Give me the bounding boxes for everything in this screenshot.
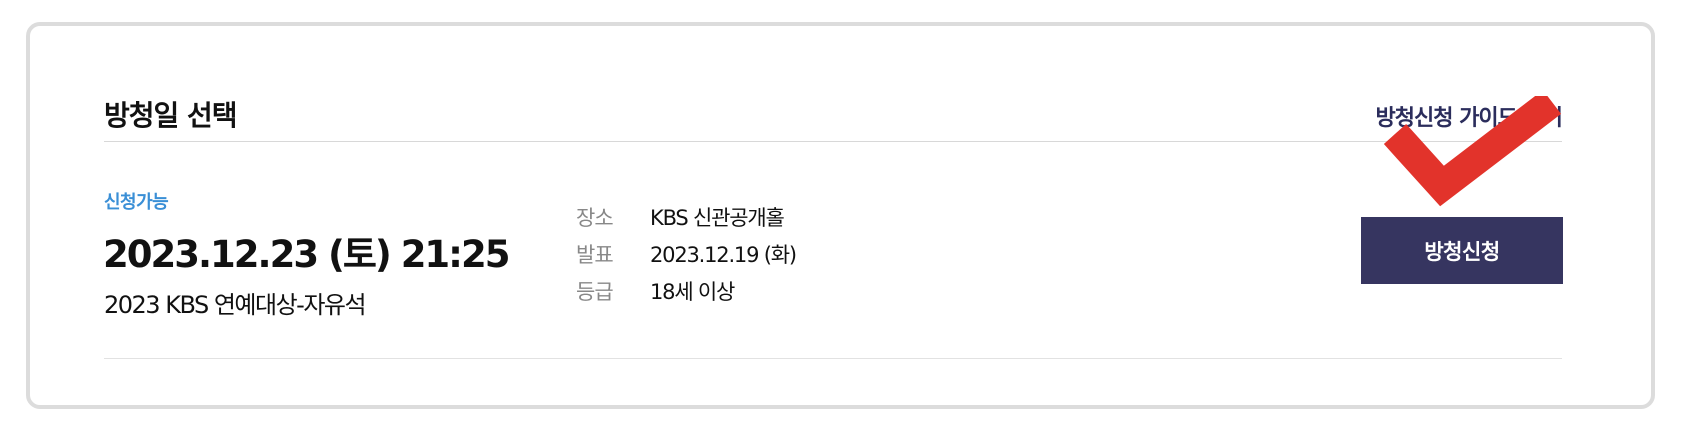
- info-value: 2023.12.19 (화): [650, 242, 797, 267]
- info-table: 장소 KBS 신관공개홀 발표 2023.12.19 (화) 등급 18세 이상: [576, 198, 797, 309]
- info-label: 장소: [576, 205, 614, 230]
- guide-link[interactable]: 방청신청 가이드 보기: [1376, 100, 1563, 132]
- info-label: 등급: [576, 279, 614, 304]
- info-value: 18세 이상: [650, 279, 735, 304]
- divider: [104, 141, 1562, 142]
- info-row-venue: 장소 KBS 신관공개홀: [576, 198, 796, 235]
- info-label: 발표: [576, 242, 614, 267]
- section-title: 방청일 선택: [104, 99, 238, 132]
- show-name: 2023 KBS 연예대상-자유석: [104, 291, 367, 319]
- status-badge: 신청가능: [104, 192, 169, 213]
- divider: [104, 358, 1562, 359]
- info-row-rating: 등급 18세 이상: [576, 272, 796, 309]
- info-row-announcement: 발표 2023.12.19 (화): [576, 235, 797, 272]
- apply-button[interactable]: 방청신청: [1361, 217, 1563, 284]
- show-datetime: 2023.12.23 (토) 21:25: [103, 233, 510, 276]
- info-value: KBS 신관공개홀: [650, 205, 785, 230]
- show-card: [26, 22, 1655, 409]
